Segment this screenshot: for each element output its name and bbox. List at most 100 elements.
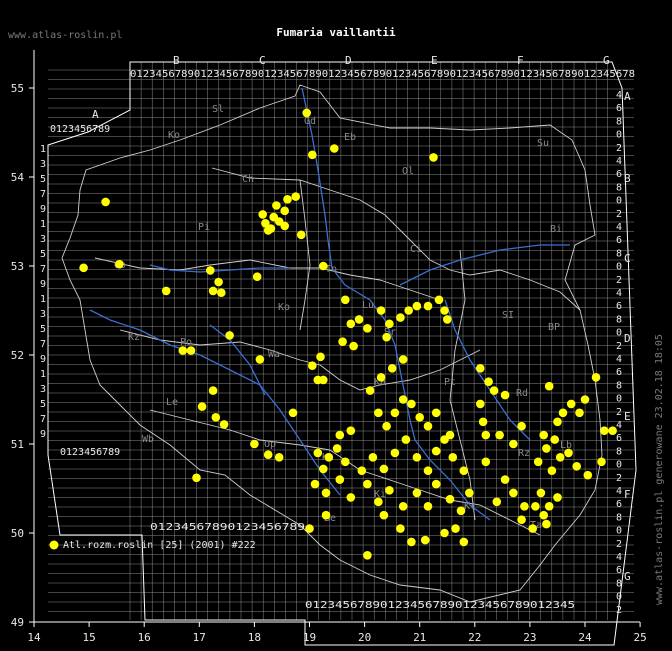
occurrence-point bbox=[225, 331, 234, 340]
occurrence-point bbox=[382, 421, 391, 431]
region-label: Po bbox=[180, 337, 192, 348]
occurrence-point bbox=[398, 395, 408, 404]
region-label: SI bbox=[502, 310, 514, 321]
occurrence-point bbox=[101, 197, 110, 207]
occurrence-point bbox=[192, 473, 201, 483]
occurrence-point bbox=[376, 373, 386, 382]
occurrence-point bbox=[547, 466, 557, 476]
occurrence-point bbox=[217, 288, 226, 298]
occurrence-point bbox=[456, 506, 466, 516]
region-label: Wb bbox=[142, 434, 154, 445]
occurrence-point bbox=[363, 324, 372, 333]
occurrence-point bbox=[478, 417, 488, 427]
occurrence-point bbox=[476, 364, 485, 373]
map-title: Fumaria vaillantii bbox=[276, 26, 396, 39]
region-label: Le bbox=[166, 397, 178, 408]
occurrence-point bbox=[509, 439, 518, 449]
occurrence-point bbox=[492, 497, 502, 507]
grid-digit-right: 6 bbox=[616, 367, 622, 378]
occurrence-point bbox=[186, 346, 196, 355]
occurrence-point bbox=[434, 295, 444, 305]
occurrence-point bbox=[608, 426, 617, 436]
grid-digit-right: 8 bbox=[616, 512, 622, 523]
occurrence-point bbox=[542, 444, 551, 453]
grid-digit-left: 7 bbox=[40, 264, 46, 275]
occurrence-point bbox=[346, 493, 356, 502]
region-label: Kz bbox=[128, 332, 140, 343]
occurrence-point bbox=[252, 272, 262, 282]
grid-digit-right: 6 bbox=[616, 235, 622, 246]
occurrence-point bbox=[459, 466, 469, 476]
occurrence-point bbox=[591, 373, 601, 382]
x-tick-label: 15 bbox=[82, 631, 95, 644]
occurrence-point bbox=[208, 386, 218, 395]
y-tick-label: 52 bbox=[11, 349, 24, 362]
y-tick-label: 55 bbox=[11, 82, 24, 95]
grid-digit-right: 6 bbox=[616, 565, 622, 576]
occurrence-point bbox=[368, 453, 378, 462]
grid-digit-left: 9 bbox=[40, 354, 46, 365]
occurrence-point bbox=[583, 470, 593, 480]
region-label: BP bbox=[548, 322, 560, 333]
grid-digit-right: 8 bbox=[616, 446, 622, 457]
occurrence-point bbox=[420, 535, 430, 545]
grid-digit-right: 4 bbox=[616, 90, 622, 101]
grid-digit-left: 1 bbox=[40, 294, 46, 305]
occurrence-point bbox=[484, 377, 493, 387]
grid-letter-right: G bbox=[624, 570, 631, 583]
occurrence-point bbox=[500, 390, 510, 400]
grid-digit-right: 0 bbox=[616, 328, 622, 339]
occurrence-point bbox=[382, 332, 391, 342]
grid-letter: A bbox=[92, 108, 99, 121]
occurrence-point bbox=[319, 261, 328, 271]
grid-digit-right: 8 bbox=[616, 578, 622, 589]
grid-letter-right: C bbox=[624, 252, 631, 265]
occurrence-point bbox=[79, 263, 88, 273]
region-label: Pt bbox=[444, 377, 456, 388]
occurrence-point bbox=[465, 488, 474, 498]
occurrence-point bbox=[509, 488, 518, 498]
occurrence-point bbox=[385, 319, 394, 329]
occurrence-point bbox=[197, 402, 207, 411]
occurrence-point bbox=[365, 386, 375, 395]
occurrence-point bbox=[374, 497, 383, 507]
occurrence-point bbox=[390, 408, 400, 418]
grid-digit-left: 3 bbox=[40, 309, 46, 320]
occurrence-point bbox=[517, 515, 526, 524]
occurrence-point bbox=[431, 479, 441, 489]
grid-digit-right: 2 bbox=[616, 275, 622, 286]
grid-digit-right: 2 bbox=[616, 143, 622, 154]
site-url[interactable]: www.atlas-roslin.pl bbox=[8, 30, 122, 41]
region-label: Op bbox=[264, 439, 276, 450]
occurrence-point bbox=[335, 475, 345, 484]
region-label: Kr bbox=[464, 501, 476, 512]
occurrence-point bbox=[396, 524, 405, 533]
occurrence-point bbox=[451, 524, 460, 533]
occurrence-point bbox=[481, 457, 491, 467]
occurrence-point bbox=[407, 537, 416, 547]
grid-digit-right: 8 bbox=[616, 116, 622, 127]
occurrence-point bbox=[495, 430, 504, 440]
occurrence-point bbox=[531, 502, 540, 511]
occurrence-point bbox=[211, 413, 221, 422]
occurrence-point bbox=[310, 479, 320, 489]
occurrence-point bbox=[324, 453, 334, 462]
occurrence-point bbox=[412, 453, 422, 462]
occurrence-point bbox=[219, 420, 229, 429]
x-tick-label: 16 bbox=[138, 631, 151, 644]
occurrence-point bbox=[308, 150, 317, 160]
occurrence-point bbox=[564, 448, 573, 458]
grid-digit-left: 3 bbox=[40, 159, 46, 170]
grid-digit-right: 8 bbox=[616, 380, 622, 391]
occurrence-point bbox=[542, 519, 551, 529]
occurrence-point bbox=[536, 488, 546, 498]
grid-letter: E bbox=[431, 54, 438, 67]
occurrence-point bbox=[415, 413, 425, 422]
grid-digit-right: 6 bbox=[616, 169, 622, 180]
grid-letter-right: B bbox=[624, 172, 631, 185]
grid-digits-a: 0123456789 bbox=[50, 124, 110, 135]
occurrence-point bbox=[555, 453, 565, 462]
grid-digit-right: 2 bbox=[616, 209, 622, 220]
occurrence-point bbox=[489, 386, 499, 395]
occurrence-point bbox=[398, 355, 408, 364]
